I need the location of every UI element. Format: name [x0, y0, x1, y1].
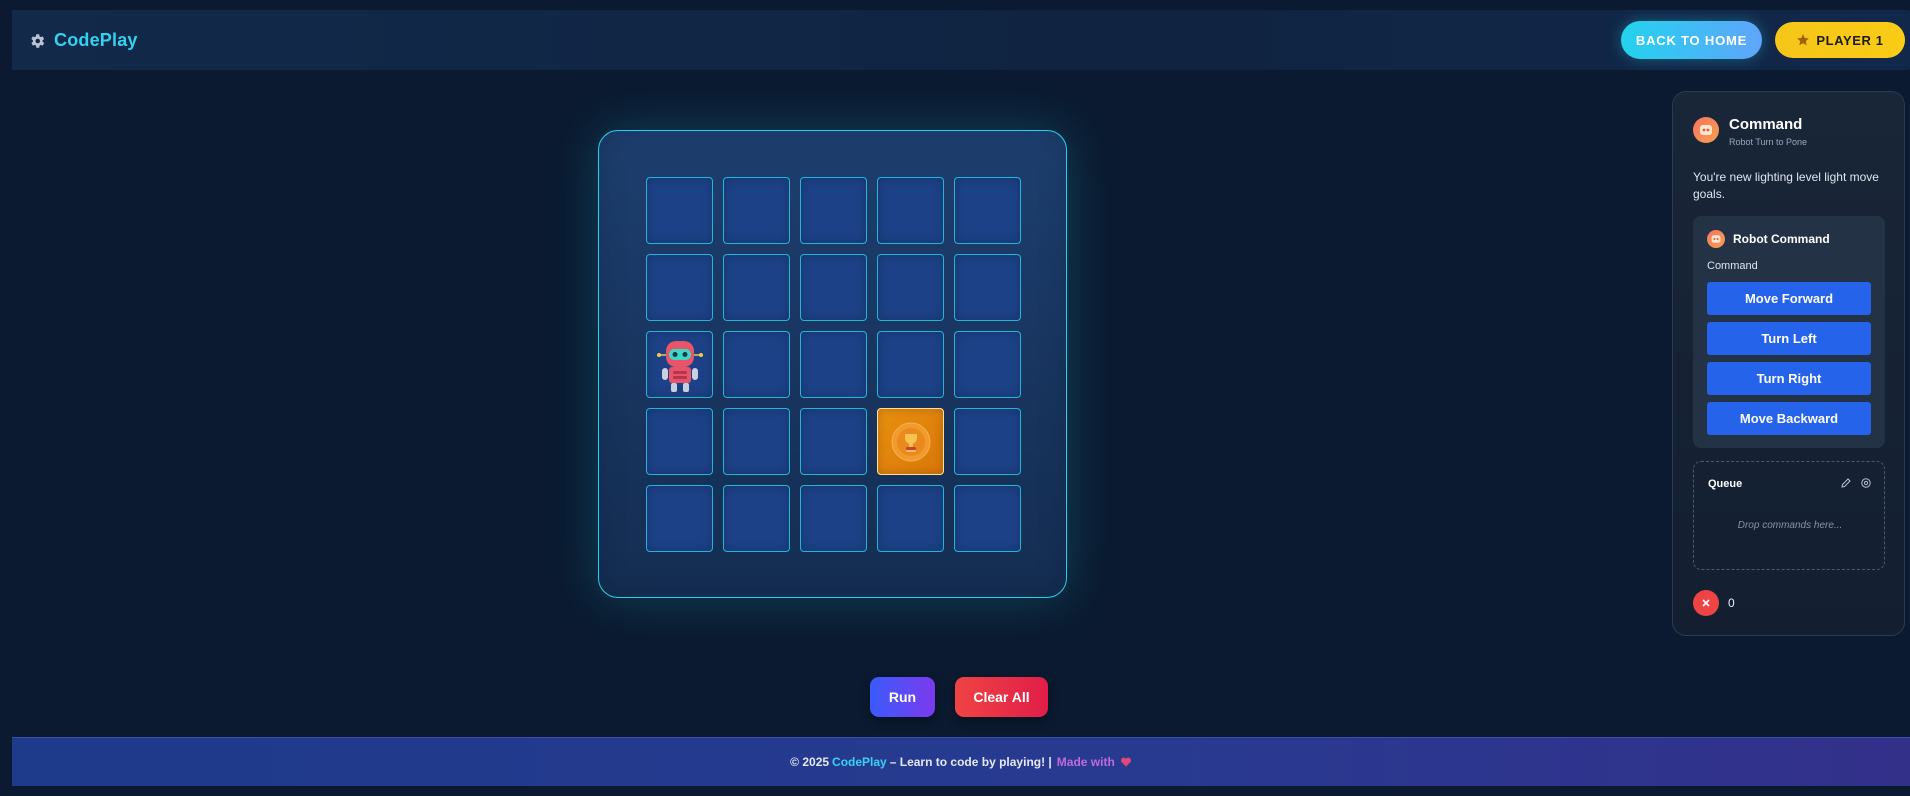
queue-title: Queue	[1708, 478, 1743, 490]
grid-cell[interactable]	[800, 254, 867, 321]
panel-subtitle: Robot Turn to Pone	[1729, 137, 1808, 147]
grid-cell[interactable]	[954, 177, 1021, 244]
grid-cell-robot[interactable]	[646, 331, 713, 398]
clear-all-button[interactable]: Clear All	[955, 677, 1048, 717]
robot-command-box: Robot Command Command Move Forward Turn …	[1693, 216, 1885, 448]
grid-cell[interactable]	[646, 408, 713, 475]
footer-copyright: © 2025	[790, 755, 830, 769]
run-button[interactable]: Run	[870, 677, 935, 717]
grid-cell[interactable]	[954, 254, 1021, 321]
panel-description: You're new lighting level light move goa…	[1693, 170, 1879, 201]
footer-brand-link[interactable]: CodePlay	[832, 755, 887, 769]
trophy-icon	[891, 422, 930, 461]
star-icon	[1797, 34, 1810, 46]
footer: © 2025 CodePlay – Learn to code by playi…	[12, 737, 1910, 786]
close-icon	[1702, 599, 1710, 607]
turn-right-button[interactable]: Turn Right	[1707, 362, 1871, 395]
robot-face-icon	[1700, 125, 1712, 135]
grid-cell[interactable]	[800, 485, 867, 552]
error-badge	[1693, 590, 1719, 616]
grid-cell[interactable]	[877, 485, 944, 552]
grid-cell[interactable]	[723, 408, 790, 475]
grid-cell[interactable]	[877, 254, 944, 321]
move-backward-button[interactable]: Move Backward	[1707, 402, 1871, 435]
grid-cell[interactable]	[723, 254, 790, 321]
command-label: Command	[1707, 260, 1758, 272]
robot-avatar	[1693, 117, 1719, 143]
command-queue-dropzone[interactable]: Queue Drop commands here...	[1693, 461, 1885, 570]
grid-cell[interactable]	[954, 485, 1021, 552]
footer-made-with: Made with	[1056, 755, 1115, 769]
grid-cell[interactable]	[800, 177, 867, 244]
heart-icon	[1120, 757, 1131, 767]
brand-name: CodePlay	[54, 30, 138, 50]
grid-cell[interactable]	[723, 331, 790, 398]
player-badge-button[interactable]: PLAYER 1	[1775, 22, 1905, 58]
robot-face-icon	[1711, 235, 1721, 243]
turn-left-button[interactable]: Turn Left	[1707, 322, 1871, 355]
grid-cell[interactable]	[646, 485, 713, 552]
board-grid	[646, 177, 1021, 552]
grid-cell[interactable]	[877, 177, 944, 244]
footer-tagline: – Learn to code by playing! |	[889, 755, 1052, 769]
grid-cell[interactable]	[877, 331, 944, 398]
panel-title: Command	[1729, 116, 1803, 133]
grid-cell[interactable]	[723, 177, 790, 244]
pencil-icon[interactable]	[1840, 477, 1852, 489]
grid-cell[interactable]	[800, 408, 867, 475]
grid-cell[interactable]	[954, 408, 1021, 475]
top-header: CodePlay BACK TO HOME PLAYER 1	[12, 10, 1910, 70]
robot-icon	[656, 340, 703, 392]
robot-command-title: Robot Command	[1733, 232, 1830, 246]
move-forward-button[interactable]: Move Forward	[1707, 282, 1871, 315]
robot-command-avatar	[1707, 230, 1725, 248]
gear-icon	[31, 33, 45, 48]
grid-cell[interactable]	[646, 254, 713, 321]
back-to-home-button[interactable]: BACK TO HOME	[1621, 21, 1762, 59]
player-label: PLAYER 1	[1816, 32, 1884, 48]
grid-cell[interactable]	[800, 331, 867, 398]
grid-cell[interactable]	[723, 485, 790, 552]
command-panel: Command Robot Turn to Pone You're new li…	[1672, 91, 1905, 636]
grid-cell[interactable]	[954, 331, 1021, 398]
grid-cell[interactable]	[646, 177, 713, 244]
queue-placeholder: Drop commands here...	[1737, 520, 1843, 531]
grid-cell-goal[interactable]	[877, 408, 944, 475]
brand-logo[interactable]: CodePlay	[28, 30, 138, 51]
settings-icon[interactable]	[1860, 477, 1872, 489]
game-board	[598, 130, 1067, 598]
error-count: 0	[1728, 596, 1735, 610]
